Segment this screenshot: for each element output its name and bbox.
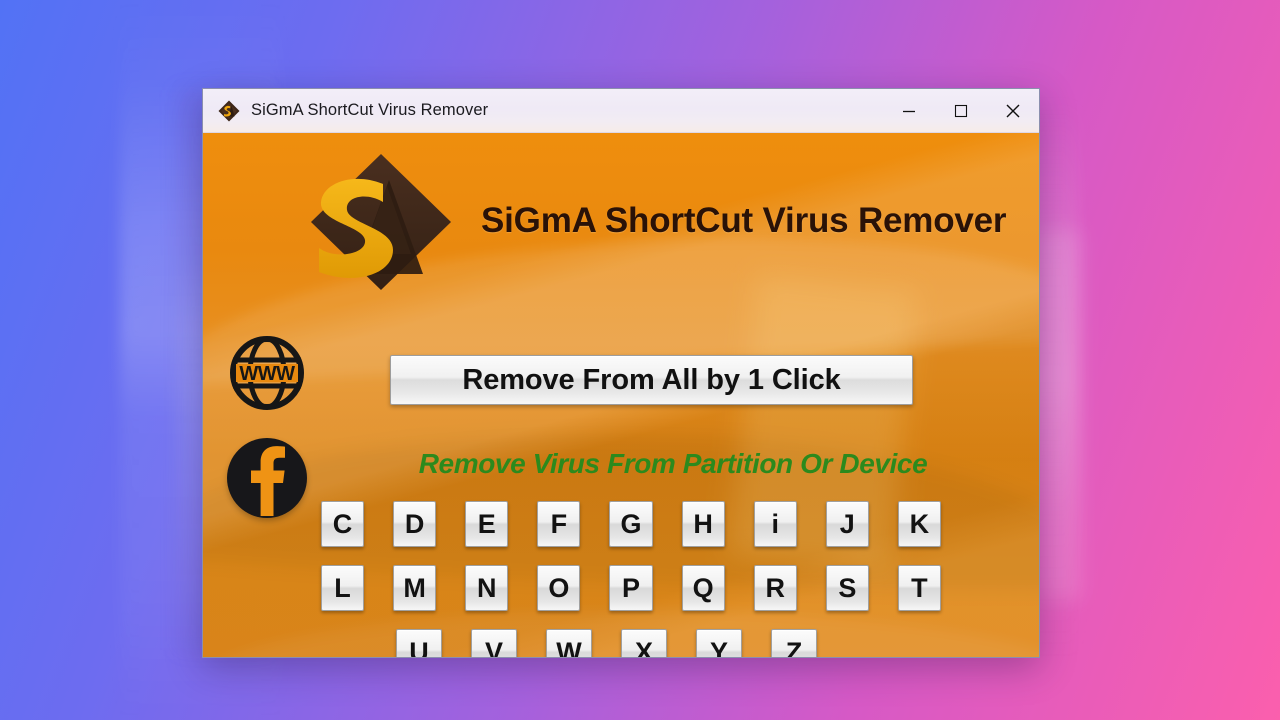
window-content: SiGmA ShortCut Virus Remover WWW Remove …: [203, 133, 1039, 657]
website-link[interactable]: WWW: [227, 335, 307, 415]
drive-row-2: L M N O P Q R S T: [321, 565, 941, 611]
title-bar[interactable]: SiGmA ShortCut Virus Remover: [203, 89, 1039, 133]
drive-button-v[interactable]: V: [471, 629, 517, 657]
globe-www-icon: WWW: [227, 333, 307, 418]
drive-button-o[interactable]: O: [537, 565, 581, 611]
drive-button-r[interactable]: R: [753, 565, 797, 611]
maximize-button[interactable]: [935, 89, 987, 132]
minimize-icon: [902, 104, 916, 118]
section-subtitle: Remove Virus From Partition Or Device: [418, 448, 928, 479]
backdrop-band-right-2: [1040, 230, 1082, 600]
drive-button-s[interactable]: S: [825, 565, 869, 611]
svg-text:WWW: WWW: [239, 363, 295, 385]
drive-button-t[interactable]: T: [897, 565, 941, 611]
drive-button-p[interactable]: P: [609, 565, 653, 611]
drive-button-q[interactable]: Q: [681, 565, 725, 611]
drive-button-w[interactable]: W: [546, 629, 592, 657]
drive-button-d[interactable]: D: [393, 501, 437, 547]
drive-button-g[interactable]: G: [609, 501, 653, 547]
drive-letter-grid: C D E F G H i J K L M N O P Q R S T U V …: [321, 501, 941, 657]
drive-button-l[interactable]: L: [321, 565, 365, 611]
close-button[interactable]: [987, 89, 1039, 132]
maximize-icon: [954, 104, 968, 118]
application-window: SiGmA ShortCut Virus Remover SiGmA Short…: [202, 88, 1040, 658]
drive-button-i[interactable]: i: [753, 501, 797, 547]
close-icon: [1005, 103, 1021, 119]
app-header: SiGmA ShortCut Virus Remover: [203, 141, 1039, 301]
app-logo-icon: [217, 99, 241, 123]
window-title: SiGmA ShortCut Virus Remover: [251, 101, 489, 119]
minimize-button[interactable]: [883, 89, 935, 132]
window-controls: [883, 89, 1039, 132]
sigma-diamond-logo: [289, 144, 469, 299]
drive-button-k[interactable]: K: [897, 501, 941, 547]
drive-button-u[interactable]: U: [396, 629, 442, 657]
remove-from-all-button[interactable]: Remove From All by 1 Click: [390, 355, 913, 405]
drive-button-j[interactable]: J: [825, 501, 869, 547]
drive-button-z[interactable]: Z: [771, 629, 817, 657]
drive-button-m[interactable]: M: [393, 565, 437, 611]
drive-button-e[interactable]: E: [465, 501, 509, 547]
remove-from-all-label: Remove From All by 1 Click: [462, 363, 841, 396]
drive-row-3: U V W X Y Z: [321, 629, 941, 657]
drive-button-y[interactable]: Y: [696, 629, 742, 657]
drive-button-c[interactable]: C: [321, 501, 365, 547]
drive-button-x[interactable]: X: [621, 629, 667, 657]
page-title: SiGmA ShortCut Virus Remover: [481, 201, 1007, 240]
drive-button-f[interactable]: F: [537, 501, 581, 547]
drive-button-h[interactable]: H: [681, 501, 725, 547]
drive-button-n[interactable]: N: [465, 565, 509, 611]
drive-row-1: C D E F G H i J K: [321, 501, 941, 547]
